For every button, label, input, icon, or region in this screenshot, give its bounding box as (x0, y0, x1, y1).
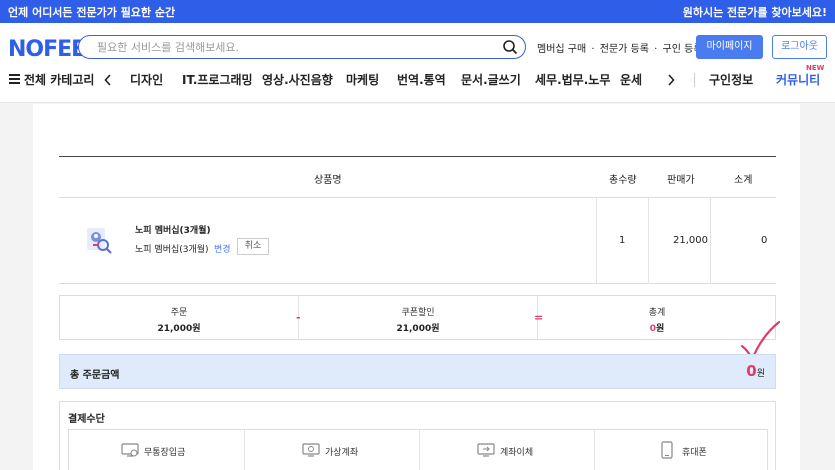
col-quantity: 총수량 (609, 175, 637, 186)
total-order-label: 총 주문금액 (70, 370, 120, 381)
new-badge: NEW (806, 64, 825, 72)
col-product: 상품명 (314, 175, 342, 186)
cancel-item-button[interactable]: 취소 (237, 238, 269, 255)
payment-methods: 무통장입금 가상계좌 계좌이체 휴대폰 (68, 429, 768, 470)
nav-jobs[interactable]: 구인정보 (709, 71, 753, 88)
search-icon[interactable] (502, 39, 518, 55)
nav-category-fortune[interactable]: 운세 (620, 71, 642, 88)
promo-left-text: 언제 어디서든 전문가가 필요한 순간 (8, 6, 176, 19)
total-order-bar: 총 주문금액 0원 (59, 354, 776, 389)
logout-button[interactable]: 로그아웃 (772, 35, 827, 59)
payment-section: 결제수단 무통장입금 가상계좌 계좌이체 휴대폰 (59, 401, 776, 470)
mypage-button[interactable]: 마이페이지 (696, 35, 763, 59)
virtual-account-icon (302, 443, 320, 457)
table-header: 상품명 총수량 판매가 소계 (59, 156, 776, 198)
nav-category-translation[interactable]: 번역.통역 (397, 71, 446, 88)
col-subtotal: 소계 (734, 175, 753, 186)
table-row: 노피 멤버십(3개월) 노피 멤버십(3개월) 변경 취소 1 21,000 0 (59, 198, 776, 284)
membership-link[interactable]: 멤버십 구매 (537, 44, 586, 55)
coupon-amount: 21,000원 (396, 324, 440, 334)
payment-method-virtual-account[interactable]: 가상계좌 (244, 430, 419, 470)
all-categories-button[interactable]: 전체 카테고리 (24, 71, 94, 88)
logo[interactable]: NOFEE (8, 37, 86, 62)
nav-category-marketing[interactable]: 마케팅 (346, 71, 379, 88)
price-summary: 주문 21,000원 - 쿠폰할인 21,000원 = 총계 0원 (59, 295, 776, 340)
expert-register-link[interactable]: 전문가 등록 (600, 44, 649, 55)
chevron-right-icon[interactable] (667, 74, 675, 86)
item-price: 21,000 (673, 235, 708, 246)
site-header: NOFEE 멤버십 구매 · 전문가 등록 · 구인 등록 마이페이지 로그아웃… (0, 23, 835, 103)
promo-bar: 언제 어디서든 전문가가 필요한 순간 원하시는 전문가를 찾아보세요! (0, 0, 835, 23)
mobile-phone-icon (661, 441, 673, 459)
link-dot: · (591, 44, 595, 55)
minus-sign: - (296, 311, 301, 324)
payment-method-bank-transfer[interactable]: 계좌이체 (419, 430, 594, 470)
change-option-button[interactable]: 변경 (214, 242, 231, 255)
search-box (78, 35, 526, 59)
sum-label: 총계 (648, 308, 666, 318)
order-label: 주문 (170, 308, 188, 318)
item-subtotal: 0 (761, 235, 768, 246)
chevron-left-icon[interactable] (104, 74, 112, 86)
product-option: 노피 멤버십(3개월) (135, 245, 209, 255)
sum-amount: 0원 (649, 324, 665, 334)
link-dot: · (654, 44, 658, 55)
order-amount: 21,000원 (157, 324, 201, 334)
product-name[interactable]: 노피 멤버십(3개월) (135, 223, 211, 236)
membership-product-icon (87, 228, 112, 254)
nav-category-video[interactable]: 영상.사진음향 (262, 71, 333, 88)
payment-title: 결제수단 (68, 414, 105, 425)
coupon-label: 쿠폰할인 (401, 308, 435, 318)
header-links: 멤버십 구매 · 전문가 등록 · 구인 등록 (537, 40, 704, 55)
promo-right-text[interactable]: 원하시는 전문가를 찾아보세요! (683, 4, 827, 20)
nav-divider (694, 73, 695, 87)
col-price: 판매가 (667, 175, 695, 186)
nav-category-tax-law[interactable]: 세무.법무.노무 (535, 71, 610, 88)
equals-sign: = (534, 311, 544, 324)
nav-category-design[interactable]: 디자인 (130, 71, 163, 88)
payment-method-bank-deposit[interactable]: 무통장입금 (69, 430, 244, 470)
search-input[interactable] (97, 38, 497, 56)
nav-community[interactable]: 커뮤니티 (776, 71, 820, 88)
nav-category-it[interactable]: IT.프로그래밍 (182, 71, 253, 88)
cart-panel: 상품명 총수량 판매가 소계 노피 멤버십(3개월) 노피 멤버십(3개월) 변… (33, 104, 800, 470)
bank-deposit-icon (121, 443, 139, 457)
menu-icon[interactable] (9, 74, 20, 84)
bank-transfer-icon (477, 443, 495, 457)
payment-method-mobile[interactable]: 휴대폰 (594, 430, 769, 470)
nav-category-writing[interactable]: 문서.글쓰기 (461, 71, 521, 88)
item-quantity: 1 (619, 235, 626, 246)
total-order-amount: 0원 (746, 362, 765, 380)
category-nav: 전체 카테고리 디자인 IT.프로그래밍 영상.사진음향 마케팅 번역.통역 문… (0, 64, 835, 93)
